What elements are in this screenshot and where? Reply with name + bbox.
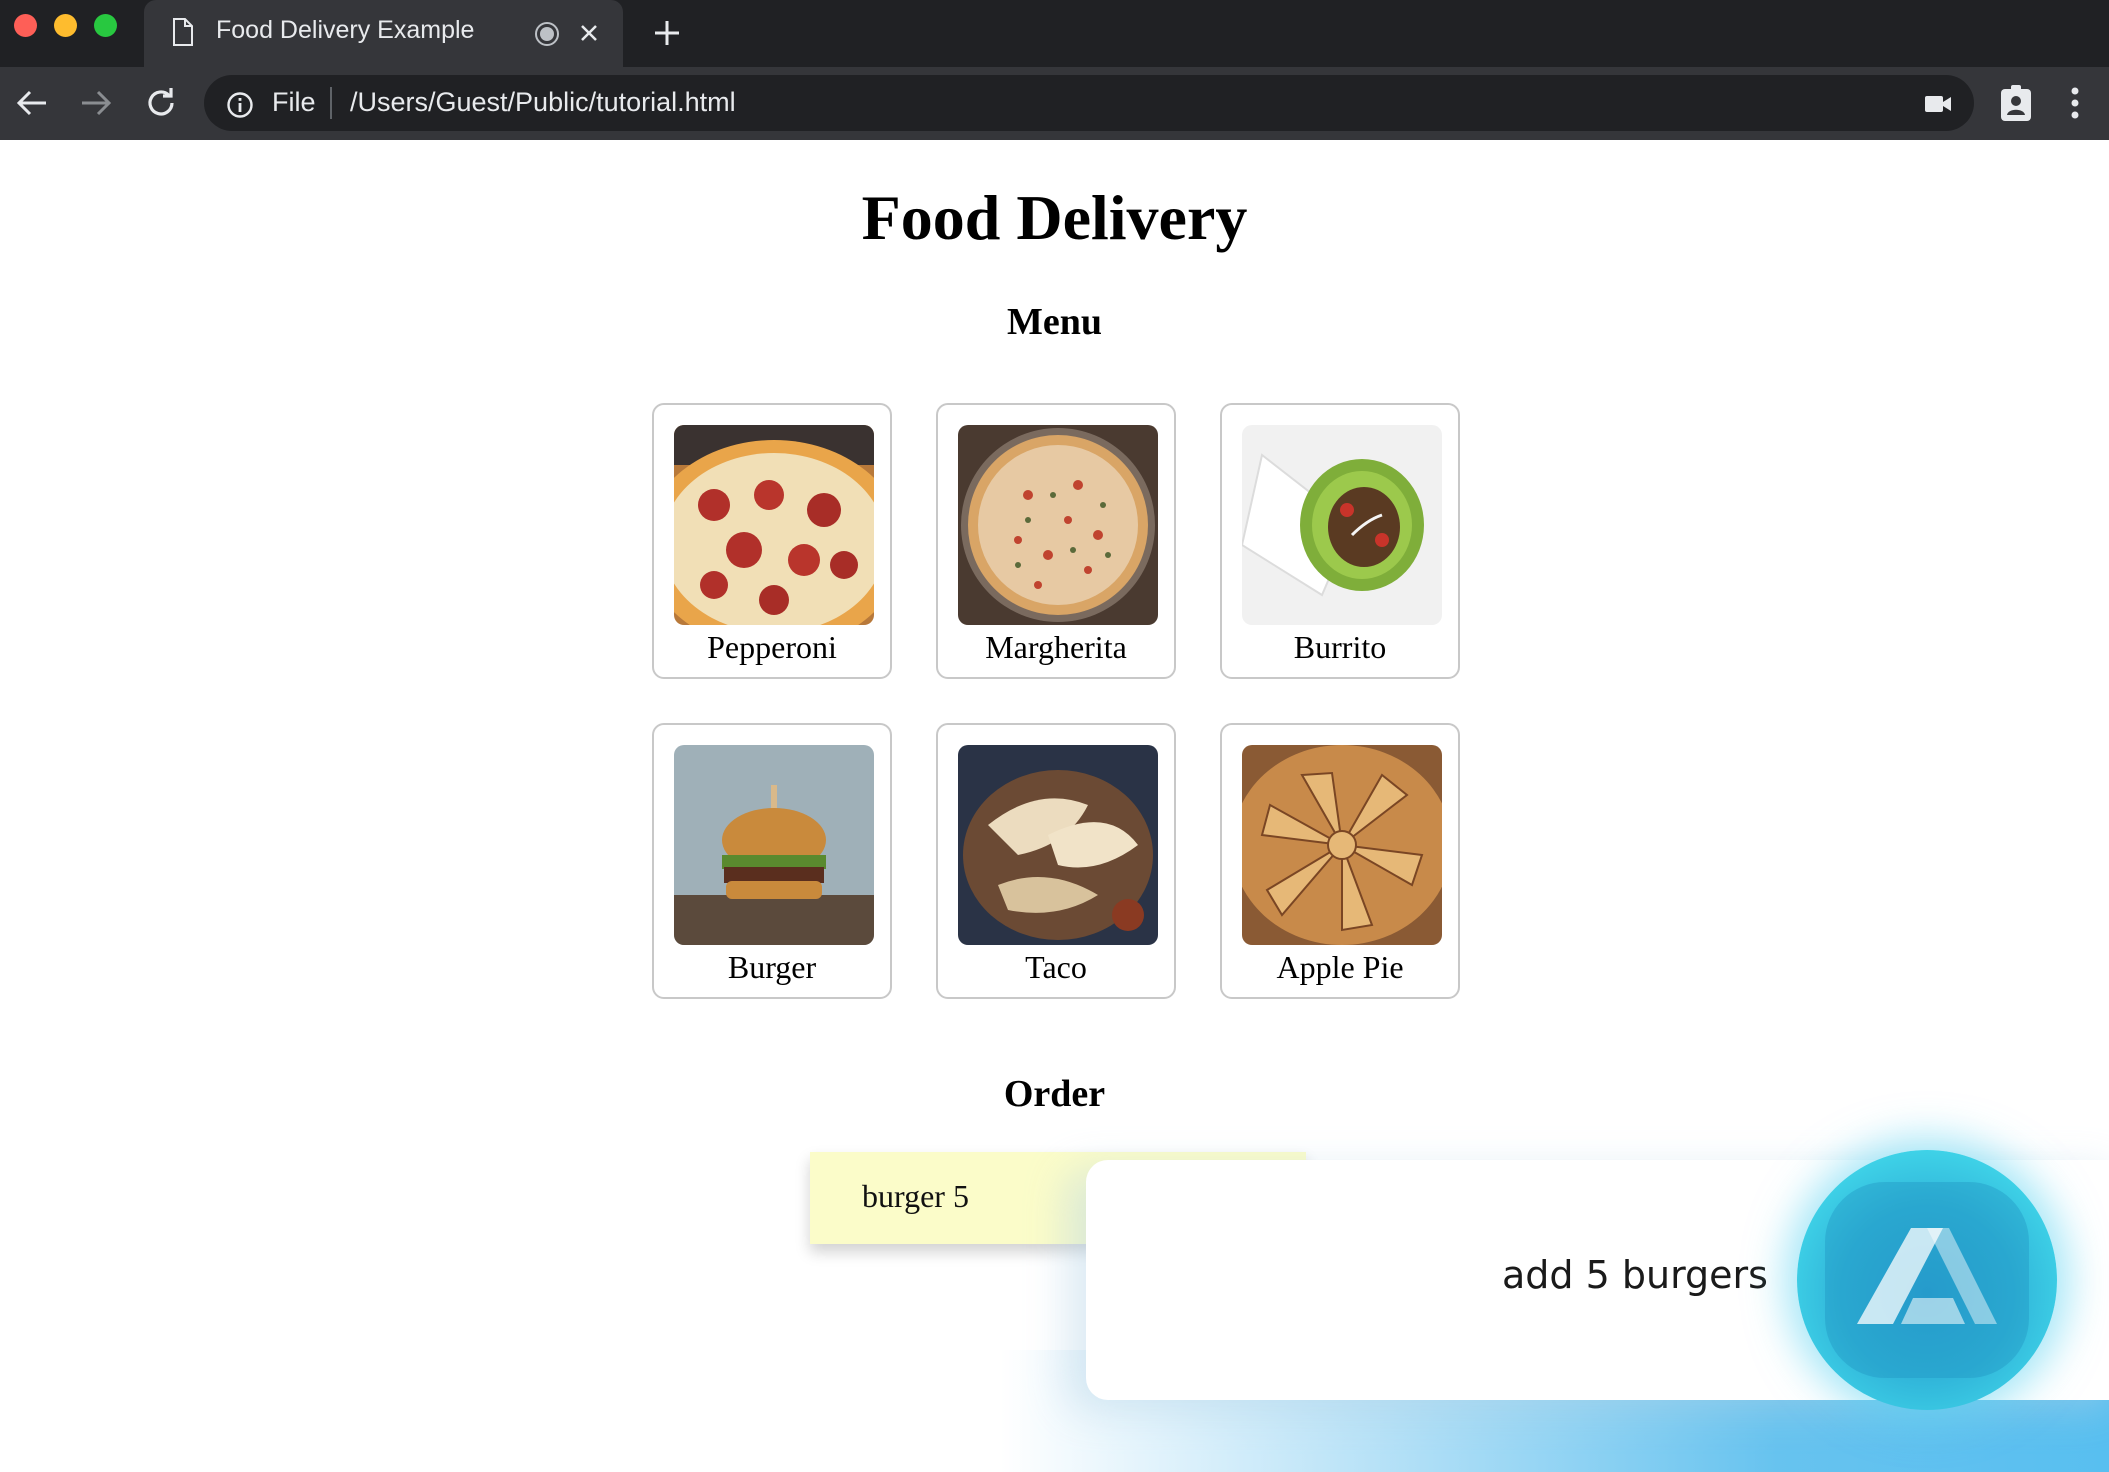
- reload-icon[interactable]: [144, 86, 178, 125]
- menu-item-label: Apple Pie: [1276, 949, 1404, 985]
- menu-item-label: Taco: [1025, 949, 1087, 985]
- info-icon[interactable]: [226, 91, 254, 124]
- address-bar[interactable]: File /Users/Guest/Public/tutorial.html: [204, 75, 1974, 131]
- apple-pie-image: [1242, 745, 1442, 945]
- menu-item-burger[interactable]: Burger: [652, 723, 892, 999]
- burrito-image: [1242, 425, 1442, 625]
- document-icon: [172, 18, 194, 51]
- assistant-button[interactable]: [1797, 1150, 2057, 1410]
- assistant-transcript: add 5 burgers: [1502, 1253, 1768, 1297]
- menu-item-apple-pie[interactable]: Apple Pie: [1220, 723, 1460, 999]
- more-menu-icon[interactable]: [2070, 86, 2080, 125]
- camera-icon[interactable]: [1924, 93, 1952, 120]
- zoom-window-button[interactable]: [94, 14, 117, 37]
- address-url[interactable]: /Users/Guest/Public/tutorial.html: [350, 87, 736, 118]
- new-tab-icon[interactable]: [652, 18, 682, 53]
- menu-item-label: Margherita: [985, 629, 1127, 665]
- order-item: burger 5: [862, 1178, 969, 1214]
- address-divider: [330, 87, 332, 119]
- browser-tab-active[interactable]: Food Delivery Example: [144, 0, 623, 67]
- menu-item-label: Pepperoni: [707, 629, 837, 665]
- menu-item-burrito[interactable]: Burrito: [1220, 403, 1460, 679]
- menu-grid: Pepperoni Margherita Burrito Burger Taco…: [652, 403, 1464, 1003]
- browser-toolbar: File /Users/Guest/Public/tutorial.html: [0, 67, 2109, 140]
- menu-item-pepperoni[interactable]: Pepperoni: [652, 403, 892, 679]
- pepperoni-pizza-image: [674, 425, 874, 625]
- minimize-window-button[interactable]: [54, 14, 77, 37]
- burger-image: [674, 745, 874, 945]
- menu-item-label: Burrito: [1293, 629, 1387, 665]
- back-arrow-icon[interactable]: [16, 88, 48, 123]
- profile-badge-icon[interactable]: [2000, 84, 2032, 127]
- page-title: Food Delivery: [861, 182, 1248, 253]
- menu-item-margherita[interactable]: Margherita: [936, 403, 1176, 679]
- close-tab-icon[interactable]: [576, 20, 602, 51]
- menu-item-label: Burger: [727, 949, 817, 985]
- margherita-pizza-image: [958, 425, 1158, 625]
- recording-icon: [534, 21, 560, 52]
- menu-heading: Menu: [1007, 301, 1102, 343]
- close-window-button[interactable]: [14, 14, 37, 37]
- tab-title: Food Delivery Example: [216, 16, 475, 44]
- order-heading: Order: [1003, 1073, 1106, 1115]
- menu-item-taco[interactable]: Taco: [936, 723, 1176, 999]
- assistant-logo-icon: [1853, 1220, 2001, 1337]
- forward-arrow-icon[interactable]: [80, 88, 112, 123]
- address-scheme: File: [272, 87, 316, 117]
- taco-image: [958, 745, 1158, 945]
- browser-titlebar: Food Delivery Example: [0, 0, 2109, 67]
